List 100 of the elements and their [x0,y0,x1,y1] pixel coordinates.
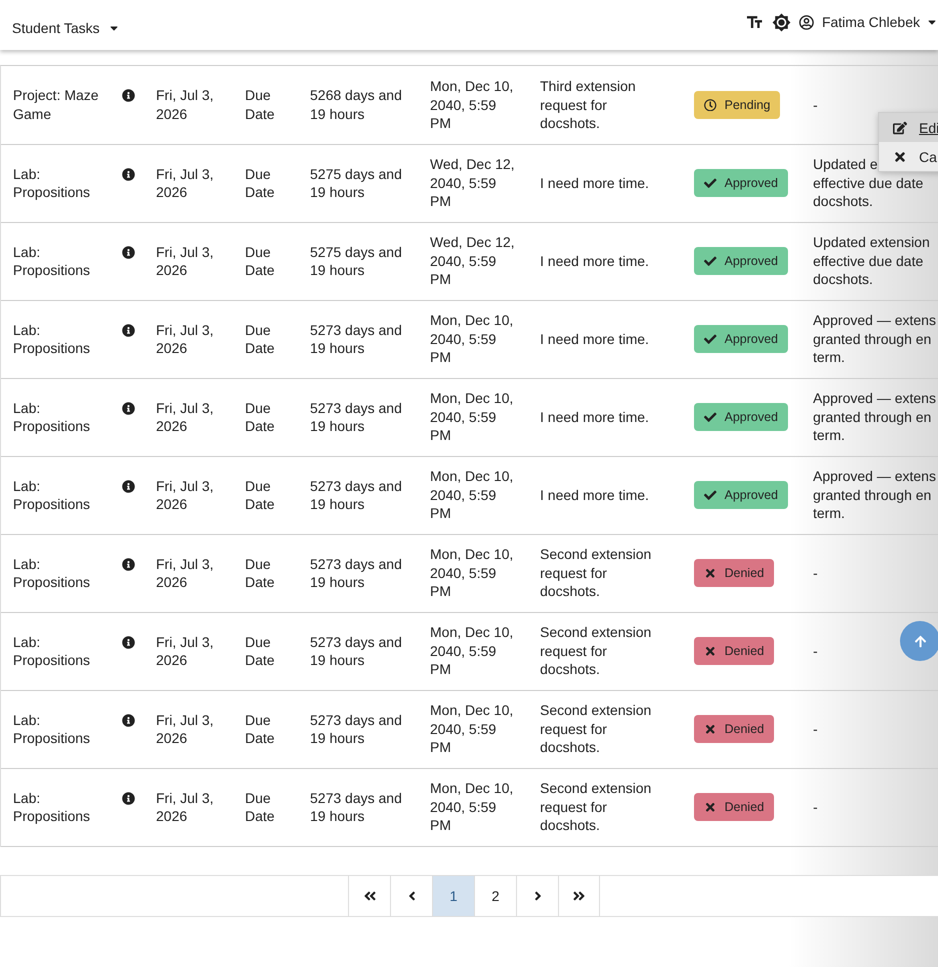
note-line: Updated extension [813,233,930,252]
status-badge: Approved [694,402,788,432]
page-title-dropdown[interactable]: Student Tasks [12,14,120,36]
status-badge: Denied [694,558,774,588]
info-icon[interactable] [122,324,135,336]
due-type: Due Date [245,322,275,356]
new-due-date: Mon, Dec 10, 2040, 5:59 PM [430,546,514,600]
task-name: Lab: Propositions [13,400,90,434]
last-page-button[interactable] [558,876,600,916]
info-icon[interactable] [122,480,135,492]
info-icon[interactable] [122,792,135,804]
task-name: Lab: Propositions [13,634,90,668]
task-date: Fri, Jul 3, 2026 [156,400,214,434]
task-name: Lab: Propositions [13,556,90,590]
time-remaining: 5268 days and 19 hours [310,87,402,122]
time-remaining: 5273 days and 19 hours [310,790,402,824]
user-icon [798,14,814,30]
time-remaining: 5275 days and 19 hours [310,244,402,278]
request-reason: I need more time. [540,408,649,425]
request-reason: Third extension request for docshots. [540,78,636,131]
cross-icon [704,566,716,580]
status-badge: Denied [694,792,774,822]
note-line: docshots. [813,192,873,211]
task-name: Lab: Propositions [13,790,90,824]
arrow-up-icon [914,634,926,648]
task-name: Lab: Propositions [13,712,90,746]
due-type: Due Date [245,87,275,122]
check-icon [704,254,716,268]
status-badge: Approved [694,480,788,510]
task-date: Fri, Jul 3, 2026 [156,556,214,590]
info-icon[interactable] [122,714,135,726]
note-line: - [813,96,818,114]
task-date: Fri, Jul 3, 2026 [156,87,214,122]
note-line: granted through en [813,486,932,504]
time-remaining: 5273 days and 19 hours [310,322,402,356]
info-icon[interactable] [122,168,135,180]
check-icon [704,410,716,424]
task-date: Fri, Jul 3, 2026 [156,634,214,668]
time-remaining: 5273 days and 19 hours [310,478,402,512]
close-icon [893,150,907,164]
time-remaining: 5273 days and 19 hours [310,556,402,590]
status-badge: Approved [694,246,788,276]
due-type: Due Date [245,244,275,278]
task-name: Lab: Propositions [13,166,90,200]
task-date: Fri, Jul 3, 2026 [156,244,214,278]
check-icon [704,332,716,346]
note-line: Approved — extens [813,467,936,486]
note-line: term. [813,426,845,445]
cross-icon [704,800,716,814]
request-reason: I need more time. [540,174,649,191]
note-line: effective due date [813,252,924,270]
time-remaining: 5273 days and 19 hours [310,634,402,668]
note-line: Approved — extens [813,389,936,408]
info-icon[interactable] [122,89,135,102]
status-badge: Pending [694,90,780,119]
due-type: Due Date [245,400,275,434]
cross-icon [704,722,716,736]
note-line: effective due date [813,174,924,192]
note-line: - [813,564,818,582]
new-due-date: Wed, Dec 12, 2040, 5:59 PM [430,234,515,288]
info-icon[interactable] [122,402,135,414]
menu-item[interactable]: Ca [879,142,938,171]
user-menu[interactable]: Fatima Chlebek [822,14,938,30]
new-due-date: Mon, Dec 10, 2040, 5:59 PM [430,624,514,678]
note-line: - [813,720,818,738]
first-page-icon [362,888,376,902]
request-reason: I need more time. [540,252,649,269]
time-remaining: 5275 days and 19 hours [310,166,402,200]
info-icon[interactable] [122,246,135,258]
status-badge: Approved [694,324,788,354]
scroll-to-top-button[interactable] [900,621,938,661]
due-type: Due Date [245,790,275,824]
new-due-date: Mon, Dec 10, 2040, 5:59 PM [430,702,514,756]
new-due-date: Mon, Dec 10, 2040, 5:59 PM [430,468,514,522]
last-page-icon [572,888,586,902]
new-due-date: Mon, Dec 10, 2040, 5:59 PM [430,312,514,366]
task-date: Fri, Jul 3, 2026 [156,712,214,746]
check-icon [704,176,716,190]
menu-item[interactable]: Edi [879,113,938,142]
cross-icon [704,644,716,658]
request-reason: Second extension request for docshots. [540,702,652,756]
new-due-date: Mon, Dec 10, 2040, 5:59 PM [430,390,514,444]
note-line: docshots. [813,270,873,289]
note-line: - [813,798,818,816]
task-name: Project: Maze Game [13,87,99,122]
page-button[interactable]: 1 [432,876,474,916]
request-reason: I need more time. [540,486,649,503]
due-type: Due Date [245,556,275,590]
request-reason: Second extension request for docshots. [540,624,652,678]
due-type: Due Date [245,712,275,746]
status-badge: Denied [694,636,774,666]
new-due-date: Mon, Dec 10, 2040, 5:59 PM [430,78,514,131]
info-icon[interactable] [122,636,135,648]
theme-icon[interactable] [772,12,791,32]
clock-icon [704,98,716,111]
task-date: Fri, Jul 3, 2026 [156,790,214,824]
info-icon[interactable] [122,558,135,570]
task-name: Lab: Propositions [13,244,90,278]
new-due-date: Wed, Dec 12, 2040, 5:59 PM [430,156,515,210]
request-reason: I need more time. [540,330,649,347]
